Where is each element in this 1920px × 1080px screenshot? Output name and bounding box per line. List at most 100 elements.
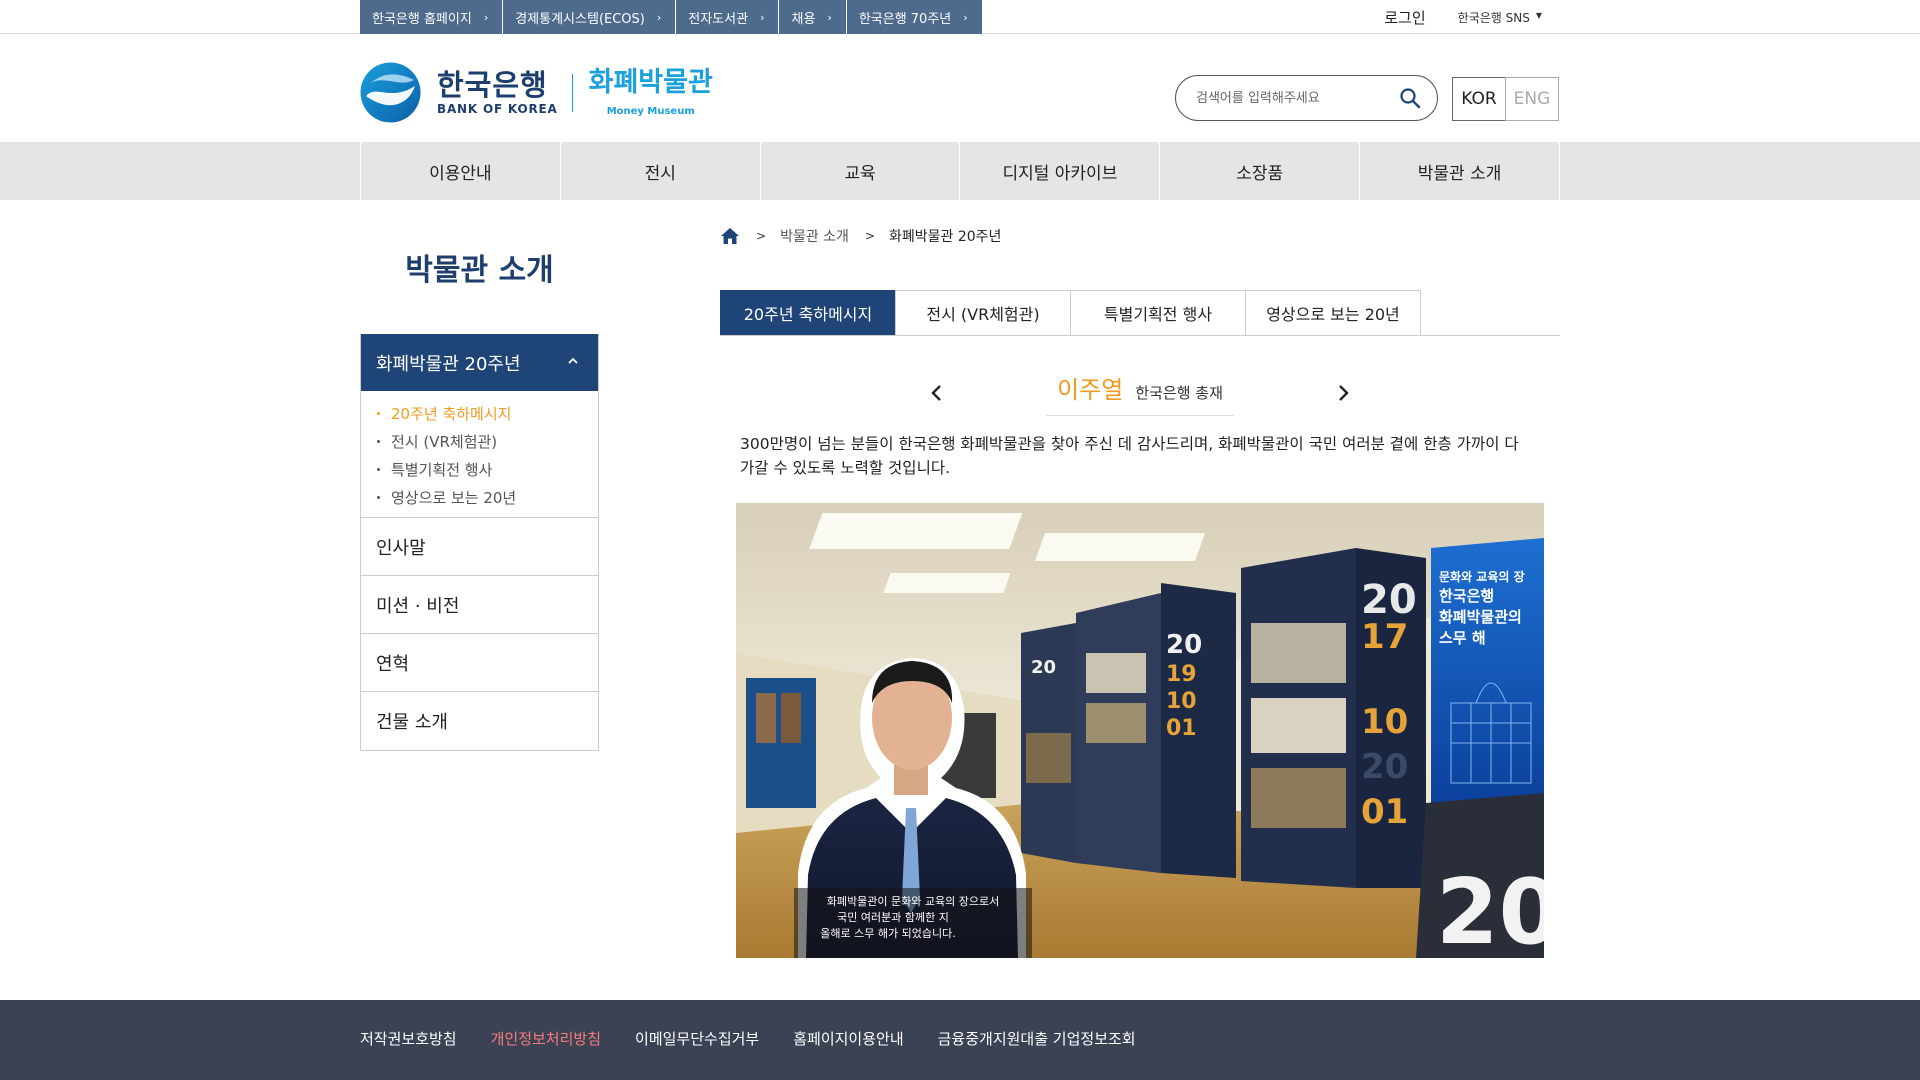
lang-kor-button[interactable]: KOR (1452, 77, 1506, 121)
congrats-message: 300만명이 넘는 분들이 한국은행 화폐박물관을 찾아 주신 데 감사드리며,… (740, 435, 1519, 477)
nav-guide[interactable]: 이용안내 (361, 142, 561, 200)
speaker-name: 이주열 (1057, 376, 1124, 404)
museum-logo: 화폐박물관 Money Museum (588, 67, 713, 118)
footer-privacy-policy[interactable]: 개인정보처리방침 (491, 1028, 601, 1049)
panel2-year-4: 20 (1361, 747, 1408, 787)
utility-right: 로그인 한국은행 SNS ▼ (1384, 0, 1542, 34)
blue-panel-line2: 한국은행 (1439, 587, 1494, 605)
main-navigation: 이용안내 전시 교육 디지털 아카이브 소장품 박물관 소개 (0, 142, 1920, 200)
sidebar-item-building[interactable]: 건물 소개 (361, 692, 598, 750)
util-link-label: 전자도서관 (688, 11, 749, 27)
utility-bar: 한국은행 홈페이지 › 경제통계시스템(ECOS) › 전자도서관 › 채용 › 한국은… (0, 0, 1920, 34)
museum-name-korean: 화폐박물관 (588, 67, 713, 98)
sidebar-sub-label: 20주년 축하메시지 (391, 404, 512, 423)
sns-dropdown[interactable]: 한국은행 SNS ▼ (1458, 9, 1542, 26)
nav-exhibition[interactable]: 전시 (561, 142, 761, 200)
breadcrumb: > 박물관 소개 > 화폐박물관 20주년 (720, 226, 1001, 246)
content-tabs: 20주년 축하메시지 전시 (VR체험관) 특별기획전 행사 영상으로 보는 2… (720, 290, 1560, 336)
bullet-icon (377, 495, 380, 499)
nav-collection[interactable]: 소장품 (1160, 142, 1361, 200)
lang-eng-button[interactable]: ENG (1505, 77, 1559, 121)
logo-text: 한국은행 BANK OF KOREA (437, 70, 558, 116)
panel1-year-top: 20 (1166, 630, 1202, 660)
caret-down-icon: ▼ (1535, 10, 1542, 20)
logo-korean: 한국은행 (437, 67, 548, 102)
util-link-ecos[interactable]: 경제통계시스템(ECOS) › (503, 0, 677, 34)
sidebar-item-greeting[interactable]: 인사말 (361, 518, 598, 576)
tab-special-event[interactable]: 특별기획전 행사 (1070, 290, 1246, 335)
search-input[interactable] (1196, 90, 1386, 106)
footer-copyright-policy[interactable]: 저작권보호방침 (360, 1028, 457, 1049)
util-link-recruit[interactable]: 채용 › (779, 0, 847, 34)
footer-links: 저작권보호방침 개인정보처리방침 이메일무단수집거부 홈페이지이용안내 금융중개… (360, 1000, 1170, 1076)
nav-digital-archive[interactable]: 디지털 아카이브 (960, 142, 1161, 200)
site-logo[interactable]: 한국은행 BANK OF KOREA 화폐박물관 Money Museum (360, 62, 713, 123)
chevron-right-icon[interactable] (1336, 384, 1350, 402)
subtitle-line3: 올해로 스무 해가 되었습니다. (820, 926, 955, 940)
util-link-library[interactable]: 전자도서관 › (676, 0, 780, 34)
bullet-icon (377, 439, 380, 443)
chevron-right-icon: › (760, 10, 765, 24)
speaker-title: 한국은행 총재 (1135, 384, 1223, 402)
tab-video-20-years[interactable]: 영상으로 보는 20년 (1245, 290, 1421, 335)
util-link-label: 채용 (791, 11, 816, 27)
blue-panel-line1: 문화와 교육의 장 (1439, 569, 1525, 584)
util-link-label: 한국은행 홈페이지 (372, 11, 472, 27)
sidebar-submenu: 20주년 축하메시지 전시 (VR체험관) 특별기획전 행사 영상으로 보는 2… (361, 391, 598, 518)
chevron-right-icon: › (656, 10, 662, 24)
panel2-year-5: 01 (1361, 792, 1408, 832)
panel1-year-3: 10 (1166, 689, 1197, 714)
sidebar-sub-vr[interactable]: 전시 (VR체험관) (377, 427, 598, 455)
sidebar-item-history[interactable]: 연혁 (361, 634, 598, 692)
tab-vr-exhibition[interactable]: 전시 (VR체험관) (895, 290, 1071, 335)
util-link-label: 한국은행 70주년 (858, 11, 952, 27)
footer-email-refusal[interactable]: 이메일무단수집거부 (635, 1028, 759, 1049)
chevron-right-icon: > (756, 229, 767, 243)
site-footer: 저작권보호방침 개인정보처리방침 이메일무단수집거부 홈페이지이용안내 금융중개… (0, 1000, 1920, 1080)
chevron-right-icon: › (963, 10, 968, 24)
chevron-left-icon[interactable] (930, 384, 944, 402)
sidebar-sub-label: 전시 (VR체험관) (391, 432, 498, 451)
chevron-up-icon (568, 357, 578, 364)
sidebar-sub-special[interactable]: 특별기획전 행사 (377, 455, 598, 483)
sidebar-sub-congrats[interactable]: 20주년 축하메시지 (377, 399, 598, 427)
search-box (1175, 75, 1438, 121)
subtitle-line1: 화폐박물관이 문화와 교육의 장으로서 (827, 895, 999, 908)
footer-loan-info[interactable]: 금융중개지원대출 기업정보조회 (938, 1028, 1136, 1049)
panel1-year-2: 19 (1166, 662, 1197, 687)
sidebar-item-mission[interactable]: 미션 · 비전 (361, 576, 598, 634)
museum-exhibit-photo: 20 19 10 01 20 20 17 10 20 01 문화와 교육의 장 … (736, 503, 1544, 958)
sidebar-sub-label: 영상으로 보는 20년 (391, 488, 517, 507)
utility-links: 한국은행 홈페이지 › 경제통계시스템(ECOS) › 전자도서관 › 채용 › 한국은… (360, 0, 983, 34)
login-link[interactable]: 로그인 (1384, 7, 1425, 28)
sidebar-sub-video[interactable]: 영상으로 보는 20년 (377, 483, 598, 511)
footer-site-guide[interactable]: 홈페이지이용안내 (793, 1028, 903, 1049)
blue-panel-line4: 스무 해 (1439, 629, 1486, 647)
util-link-70th[interactable]: 한국은행 70주년 › (846, 0, 983, 34)
sidebar-menu: 화폐박물관 20주년 20주년 축하메시지 전시 (VR체험관) 특별기획전 행… (360, 334, 599, 751)
home-icon[interactable] (720, 227, 740, 245)
breadcrumb-level1[interactable]: 박물관 소개 (780, 226, 849, 246)
sns-label: 한국은행 SNS (1457, 10, 1530, 25)
big-20-sign: 20 (1436, 860, 1544, 958)
panel2-year-3: 10 (1361, 702, 1408, 742)
sidebar-item-label: 화폐박물관 20주년 (376, 353, 521, 375)
util-link-bok-home[interactable]: 한국은행 홈페이지 › (360, 0, 504, 34)
breadcrumb-current: 화폐박물관 20주년 (888, 229, 1002, 245)
chevron-right-icon: > (864, 229, 875, 243)
search-icon[interactable] (1399, 87, 1421, 109)
speaker-navigator: 이주열 한국은행 총재 (930, 370, 1350, 416)
sidebar-sub-label: 특별기획전 행사 (391, 460, 493, 479)
nav-education[interactable]: 교육 (761, 142, 961, 200)
chevron-right-icon: › (483, 10, 489, 24)
subtitle-line2: 국민 여러분과 함께한 지 (837, 911, 949, 924)
logo-divider (571, 73, 573, 112)
sidebar-item-20th-anniversary[interactable]: 화폐박물관 20주년 (361, 334, 598, 391)
blue-panel-line3: 화폐박물관의 (1439, 608, 1522, 626)
sidebar-title: 박물관 소개 (405, 253, 554, 288)
chevron-right-icon: › (827, 10, 832, 24)
nav-about-museum[interactable]: 박물관 소개 (1360, 142, 1560, 200)
tab-congrats-message[interactable]: 20주년 축하메시지 (720, 290, 896, 335)
panel0-year: 20 (1031, 657, 1056, 678)
panel2-year-2: 17 (1361, 617, 1408, 657)
